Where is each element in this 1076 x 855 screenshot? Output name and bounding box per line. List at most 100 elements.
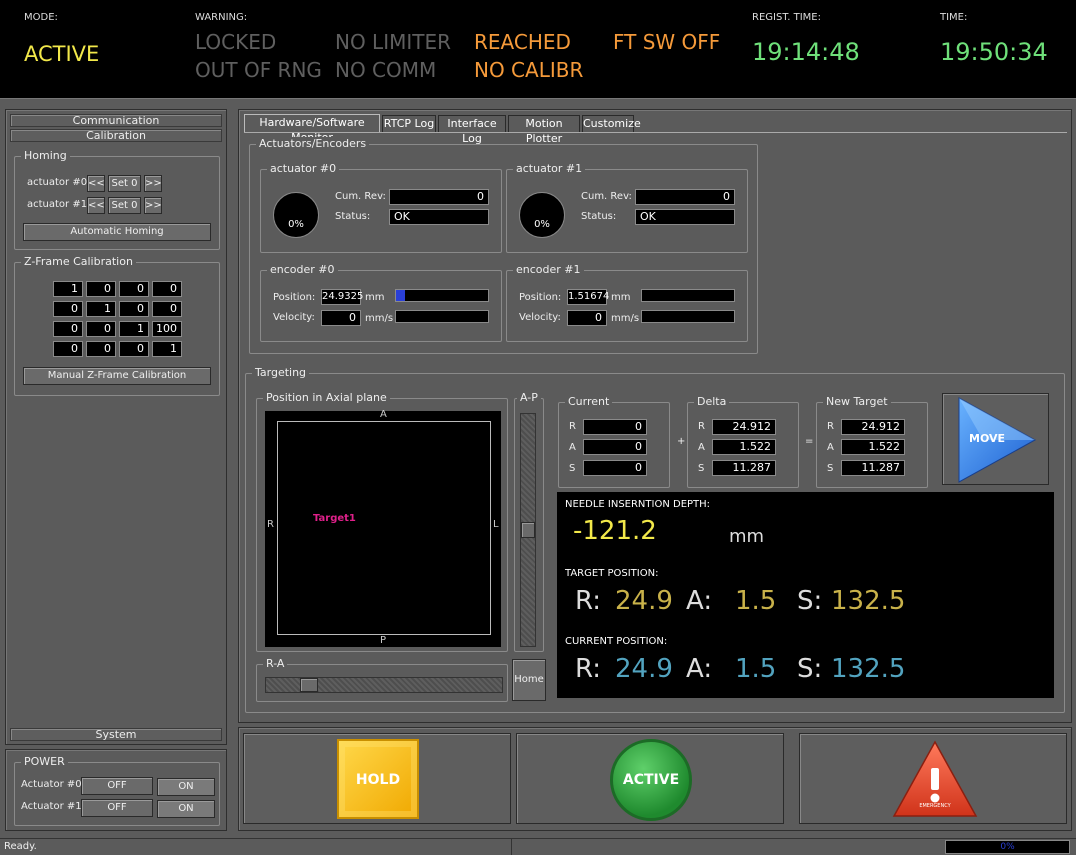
target-s-value: 132.5	[831, 586, 906, 616]
actuator0-title: actuator #0	[267, 162, 340, 175]
power-actuator0-off-button[interactable]: OFF	[81, 777, 153, 795]
tab-interface-log[interactable]: Interface Log	[438, 115, 506, 145]
homing-title: Homing	[21, 149, 70, 162]
power-actuator1-off-button[interactable]: OFF	[81, 799, 153, 817]
current-r-label-big: R:	[575, 654, 602, 684]
homing-actuator1-next-button[interactable]: >>	[144, 197, 162, 214]
delta-a-field[interactable]: 1.522	[712, 439, 776, 455]
delta-s-field[interactable]: 11.287	[712, 460, 776, 476]
warning-label: WARNING:	[195, 12, 248, 23]
ra-slider-handle[interactable]	[300, 678, 318, 692]
tab-hardware-software-monitor[interactable]: Hardware/Software Monitor	[244, 114, 380, 144]
target-position-label: TARGET POSITION:	[565, 568, 659, 579]
tab-motion-plotter[interactable]: Motion Plotter	[508, 115, 580, 145]
zframe-matrix-cell[interactable]: 0	[53, 321, 83, 337]
encoder1-velocity-unit: mm/s	[611, 313, 640, 324]
status-progress-text: 0%	[1000, 842, 1015, 852]
system-section-button[interactable]: System	[10, 728, 222, 741]
depth-value: -121.2	[573, 516, 657, 546]
tab-rtcp-log[interactable]: RTCP Log	[382, 115, 436, 132]
target-a-label: A:	[686, 586, 713, 616]
zframe-matrix-cell[interactable]: 100	[152, 321, 182, 337]
actuator0-cum-rev-field: 0	[389, 189, 489, 205]
zframe-matrix-cell[interactable]: 0	[119, 281, 149, 297]
tab-customize[interactable]: Customize	[582, 115, 641, 132]
status-bar: Ready. 0%	[0, 838, 1076, 855]
active-button[interactable]: ACTIVE	[516, 733, 784, 824]
communication-section-button[interactable]: Communication	[10, 114, 222, 127]
actuator0-cum-rev-label: Cum. Rev:	[335, 191, 386, 202]
encoder0-position-bar	[395, 289, 489, 302]
zframe-matrix-cell[interactable]: 1	[86, 301, 116, 317]
homing-actuator1-set0-button[interactable]: Set 0	[108, 197, 141, 214]
zframe-matrix-cell[interactable]: 0	[119, 301, 149, 317]
encoder0-velocity-bar	[395, 310, 489, 323]
encoder1-velocity-bar	[641, 310, 735, 323]
current-a-label-big: A:	[686, 654, 713, 684]
zframe-matrix-cell[interactable]: 0	[119, 341, 149, 357]
delta-title: Delta	[694, 395, 730, 408]
time-value: 19:50:34	[940, 38, 1048, 66]
power-actuator0-on-button[interactable]: ON	[157, 778, 215, 796]
automatic-homing-button[interactable]: Automatic Homing	[23, 223, 211, 241]
targeting-group: Targeting Position in Axial plane A P R …	[245, 366, 1065, 713]
encoder1-title: encoder #1	[513, 263, 584, 276]
encoder1-position-label: Position:	[519, 292, 562, 303]
actuator1-title: actuator #1	[513, 162, 586, 175]
current-s-label: S	[569, 463, 576, 474]
status-header: MODE: ACTIVE WARNING: LOCKED NO LIMITER …	[0, 0, 1076, 99]
homing-actuator0-next-button[interactable]: >>	[144, 175, 162, 192]
current-s-label-big: S:	[797, 654, 823, 684]
actuator0-status-field: OK	[389, 209, 489, 225]
emergency-button[interactable]: EMERGENCY	[799, 733, 1067, 824]
target-marker[interactable]: Target1	[313, 513, 356, 524]
zframe-matrix-cell[interactable]: 0	[86, 341, 116, 357]
new-target-s-label: S	[827, 463, 834, 474]
needle-info-display: NEEDLE INSERNTION DEPTH: -121.2 mm TARGE…	[557, 492, 1054, 698]
zframe-matrix-cell[interactable]: 1	[119, 321, 149, 337]
delta-r-field[interactable]: 24.912	[712, 419, 776, 435]
current-s-value: 132.5	[831, 654, 906, 684]
zframe-matrix-cell[interactable]: 0	[53, 301, 83, 317]
warning-reached: REACHED	[474, 30, 571, 54]
zframe-matrix-cell[interactable]: 0	[86, 281, 116, 297]
homing-actuator1-prev-button[interactable]: <<	[87, 197, 105, 214]
encoder1-group: encoder #1 Position: 1.51674 mm Velocity…	[506, 263, 748, 342]
targeting-title: Targeting	[252, 366, 310, 379]
main-panel: Hardware/Software Monitor RTCP Log Inter…	[238, 109, 1072, 723]
zframe-matrix-cell[interactable]: 0	[152, 281, 182, 297]
ra-slider-title: R-A	[263, 657, 288, 670]
tab-divider	[244, 132, 1067, 133]
delta-a-label: A	[698, 442, 705, 453]
calibration-section-button[interactable]: Calibration	[10, 129, 222, 142]
zframe-matrix-cell[interactable]: 0	[53, 341, 83, 357]
target-r-label: R:	[575, 586, 602, 616]
hold-button[interactable]: HOLD	[243, 733, 511, 824]
power-panel: POWER Actuator #0 OFF ON Actuator #1 OFF…	[5, 749, 227, 831]
zframe-matrix-cell[interactable]: 0	[86, 321, 116, 337]
zframe-matrix-cell[interactable]: 1	[53, 281, 83, 297]
new-target-s-field[interactable]: 11.287	[841, 460, 905, 476]
new-target-a-field[interactable]: 1.522	[841, 439, 905, 455]
homing-actuator0-prev-button[interactable]: <<	[87, 175, 105, 192]
ap-slider-track[interactable]	[520, 413, 536, 647]
new-target-group: New Target R 24.912 A 1.522 S 11.287	[816, 395, 928, 488]
home-button[interactable]: Home	[512, 659, 546, 701]
encoder0-velocity-field: 0	[321, 310, 361, 326]
power-actuator1-on-button[interactable]: ON	[157, 800, 215, 818]
hold-label: HOLD	[355, 772, 401, 788]
new-target-r-field[interactable]: 24.912	[841, 419, 905, 435]
move-button[interactable]: MOVE	[942, 393, 1049, 485]
delta-group: Delta R 24.912 A 1.522 S 11.287	[687, 395, 799, 488]
zframe-matrix-cell[interactable]: 0	[152, 301, 182, 317]
manual-zframe-calibration-button[interactable]: Manual Z-Frame Calibration	[23, 367, 211, 385]
zframe-title: Z-Frame Calibration	[21, 255, 136, 268]
actuator1-status-label: Status:	[581, 211, 617, 222]
ra-slider-track[interactable]	[265, 677, 503, 693]
axial-plane-view[interactable]: A P R L Target1	[265, 409, 501, 647]
homing-actuator0-set0-button[interactable]: Set 0	[108, 175, 141, 192]
encoder1-position-bar	[641, 289, 735, 302]
ap-slider-handle[interactable]	[521, 522, 535, 538]
zframe-matrix-cell[interactable]: 1	[152, 341, 182, 357]
encoder0-position-bar-fill	[396, 290, 406, 301]
